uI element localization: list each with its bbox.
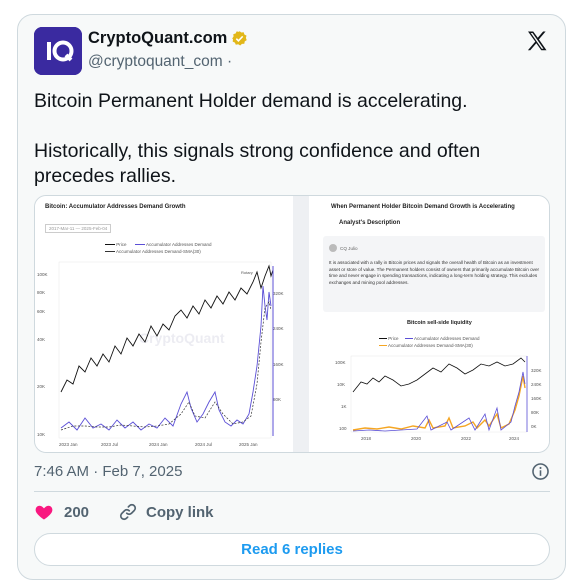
info-circle-icon[interactable] [531, 462, 550, 481]
like-button[interactable]: 200 [34, 502, 89, 522]
heart-icon[interactable] [34, 502, 54, 522]
left-demand-line [60, 285, 272, 431]
tweet-paragraph-1: Bitcoin Permanent Holder demand is accel… [34, 90, 468, 112]
left-sma-line [60, 301, 272, 431]
tweet-media-image[interactable]: Bitcoin: Accumulator Addresses Demand Gr… [34, 195, 550, 453]
tweet-paragraph-2: Historically, this signals strong confid… [34, 140, 481, 187]
tweet-meta: 7:46 AM · Feb 7, 2025 [34, 462, 550, 482]
left-price-line [60, 264, 274, 393]
tweet-actions: 200 Copy link [34, 502, 550, 526]
verified-gold-badge-icon [232, 31, 248, 46]
read-replies-button[interactable]: Read 6 replies [34, 533, 550, 566]
tweet-text: Bitcoin Permanent Holder demand is accel… [34, 89, 544, 189]
x-logo-icon[interactable] [525, 29, 549, 53]
tweet-timestamp[interactable]: 7:46 AM · Feb 7, 2025 [34, 463, 182, 480]
left-chart-plot [58, 261, 274, 439]
divider [34, 491, 550, 492]
left-chart-panel: Bitcoin: Accumulator Addresses Demand Gr… [35, 196, 293, 452]
avatar[interactable] [34, 27, 82, 75]
right-price-line [352, 357, 526, 393]
right-analysis-panel: When Permanent Holder Bitcoin Demand Gro… [309, 196, 549, 452]
display-name-text[interactable]: CryptoQuant.com [88, 29, 227, 48]
right-chart-plot [350, 355, 528, 433]
display-name[interactable]: CryptoQuant.com [88, 29, 248, 48]
right-demand-line [352, 371, 526, 432]
like-count: 200 [64, 503, 90, 521]
handle[interactable]: @cryptoquant_com · [88, 53, 232, 71]
cryptoquant-logo [34, 27, 82, 75]
link-icon [119, 503, 137, 521]
tweet-card[interactable]: CryptoQuant.com @cryptoquant_com · Bitco… [17, 14, 566, 580]
copy-link-button[interactable]: Copy link [118, 502, 214, 522]
copy-link-label: Copy link [146, 503, 214, 521]
